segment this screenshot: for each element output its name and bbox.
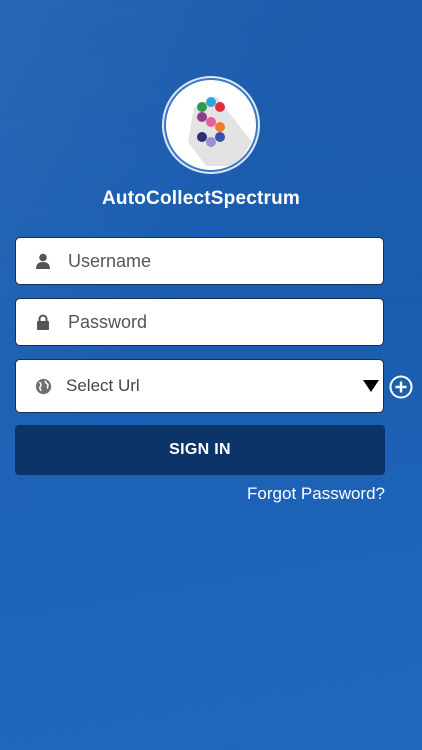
username-input[interactable] (68, 250, 338, 272)
caret-down-icon[interactable] (363, 380, 379, 392)
lock-icon (33, 312, 53, 332)
app-title: AutoCollectSpectrum (101, 188, 301, 209)
user-icon (33, 251, 53, 271)
forgot-password-link[interactable]: Forgot Password? (247, 484, 385, 504)
password-field[interactable] (15, 298, 384, 346)
app-logo (166, 80, 256, 170)
add-url-button[interactable] (389, 375, 413, 399)
sign-in-button[interactable]: SIGN IN (15, 425, 385, 475)
globe-icon (33, 376, 53, 396)
plus-circle-icon (389, 375, 413, 399)
password-input[interactable] (68, 311, 338, 333)
url-select[interactable]: Select Url (15, 359, 384, 413)
url-select-value: Select Url (66, 376, 140, 395)
username-field[interactable] (15, 237, 384, 285)
